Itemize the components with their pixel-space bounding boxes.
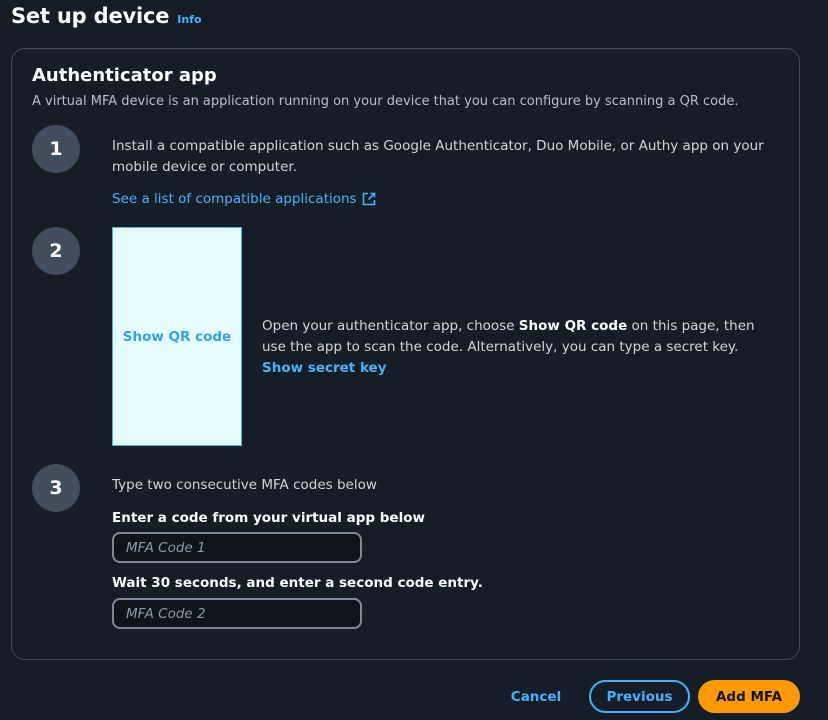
step-2-text-bold: Show QR code [518, 318, 628, 334]
step-2-text: Open your authenticator app, choose Show… [262, 316, 782, 379]
panel-title: Authenticator app [32, 65, 217, 86]
page-header: Set up device Info [11, 4, 202, 28]
external-link-icon [362, 192, 375, 206]
step-3-intro: Type two consecutive MFA codes below [112, 477, 377, 493]
step-2-badge: 2 [32, 227, 80, 275]
compatible-apps-link-label: See a list of compatible applications [112, 191, 357, 207]
mfa-code-2-input[interactable] [112, 598, 362, 629]
show-qr-code-label: Show QR code [122, 328, 232, 345]
info-link[interactable]: Info [177, 13, 201, 26]
add-mfa-button[interactable]: Add MFA [698, 680, 800, 713]
panel-description: A virtual MFA device is an application r… [32, 94, 739, 109]
step-2-text-before: Open your authenticator app, choose [262, 318, 519, 334]
page-title: Set up device [11, 4, 170, 28]
mfa-code-2-label: Wait 30 seconds, and enter a second code… [112, 575, 483, 591]
cancel-button[interactable]: Cancel [500, 680, 572, 713]
compatible-apps-link[interactable]: See a list of compatible applications [112, 191, 376, 207]
step-1-badge: 1 [32, 125, 80, 173]
step-3-badge: 3 [32, 464, 80, 512]
step-1-text: Install a compatible application such as… [112, 138, 764, 175]
previous-button[interactable]: Previous [589, 680, 690, 713]
mfa-code-1-label: Enter a code from your virtual app below [112, 510, 425, 526]
show-qr-code-button[interactable]: Show QR code [112, 227, 242, 446]
mfa-code-1-input[interactable] [112, 532, 362, 563]
page: Set up device Info Authenticator app A v… [0, 0, 828, 720]
authenticator-app-panel: Authenticator app A virtual MFA device i… [11, 48, 800, 660]
show-secret-key-link[interactable]: Show secret key [262, 360, 387, 376]
